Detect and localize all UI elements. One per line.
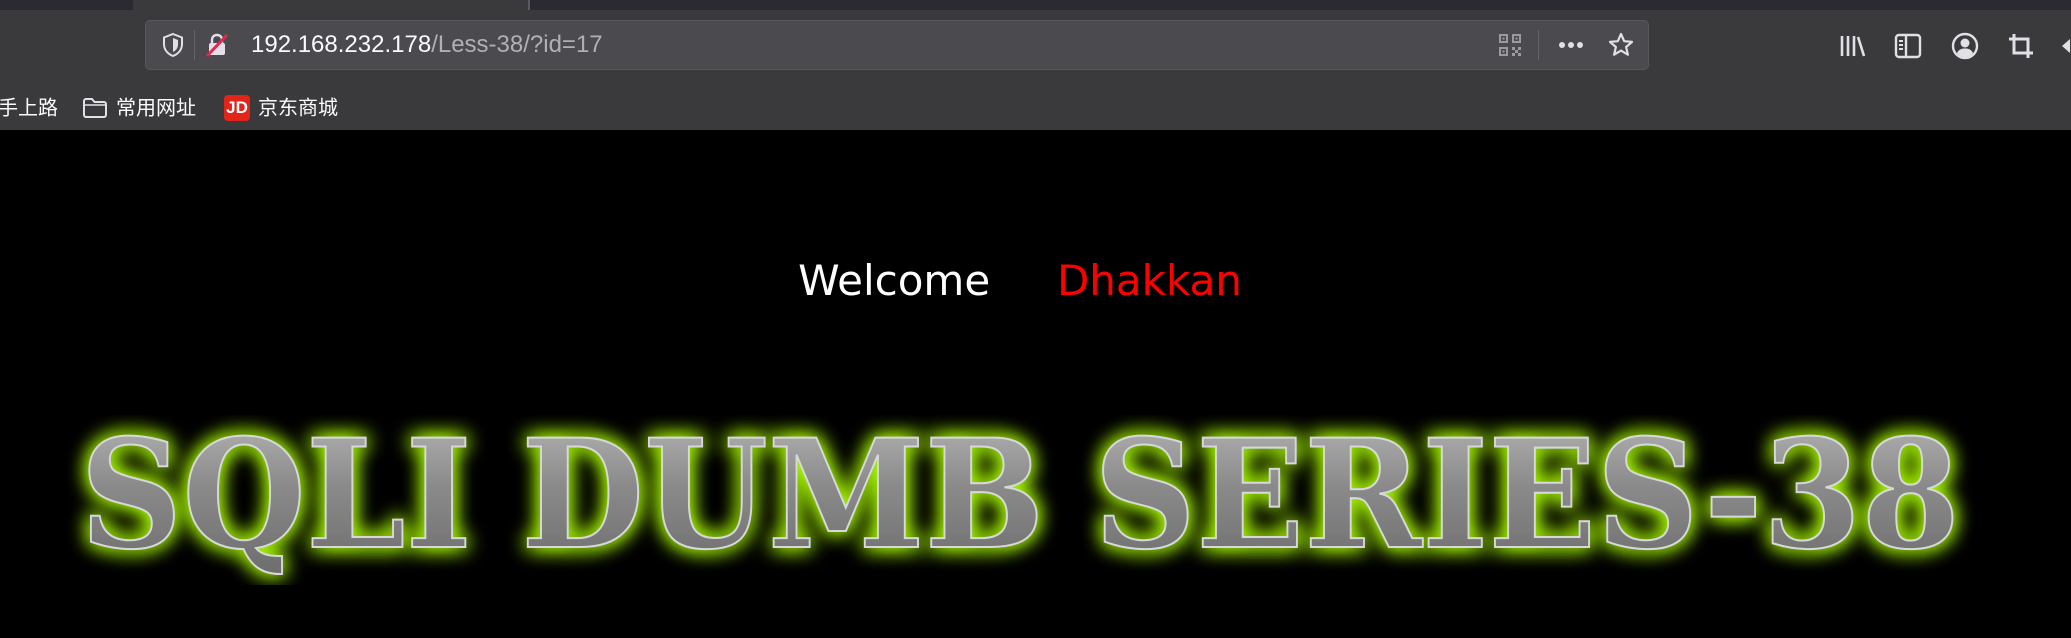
folder-icon	[83, 97, 107, 118]
url-path: /Less-38/?id=17	[431, 31, 603, 58]
library-icon[interactable]	[1837, 31, 1867, 61]
account-icon[interactable]	[1950, 31, 1980, 61]
bookmark-label: 手上路	[0, 95, 58, 120]
star-icon[interactable]	[1607, 31, 1635, 59]
active-tab-edge[interactable]	[133, 0, 528, 10]
welcome-line: Welcome Dhakkan	[0, 256, 2040, 306]
crop-icon[interactable]	[2006, 31, 2036, 61]
bookmark-item[interactable]: 手上路	[0, 92, 58, 120]
tab-strip	[0, 0, 2071, 10]
banner-logo: SQLI DUMB SERIES-38	[79, 415, 1961, 584]
welcome-text: Welcome	[798, 256, 991, 305]
bookmark-jd[interactable]: JD 京东商城	[224, 92, 338, 121]
bookmark-label: 京东商城	[258, 95, 338, 120]
more-actions-icon[interactable]	[1554, 32, 1588, 58]
tab-separator	[528, 0, 530, 10]
url-host: 192.168.232.178	[251, 31, 432, 58]
insecure-lock-icon[interactable]	[204, 32, 230, 58]
bookmark-label: 常用网址	[116, 95, 196, 120]
url-text[interactable]: 192.168.232.178/Less-38/?id=17	[251, 30, 603, 60]
qr-code-icon[interactable]	[1497, 32, 1523, 58]
banner-text: SQLI DUMB SERIES-38	[80, 415, 1960, 583]
address-separator	[194, 30, 195, 60]
shield-icon[interactable]	[160, 32, 186, 58]
bookmark-folder-common[interactable]: 常用网址	[82, 92, 196, 120]
bookmarks-toolbar: 手上路 常用网址 JD 京东商城	[0, 88, 2071, 124]
page-content: Welcome Dhakkan SQLI DUMB SERIES-38	[0, 130, 2071, 638]
address-separator-2	[1538, 30, 1539, 60]
welcome-name: Dhakkan	[1056, 256, 1242, 305]
sidebar-icon[interactable]	[1893, 31, 1923, 61]
jd-icon: JD	[224, 94, 250, 121]
address-bar[interactable]: 192.168.232.178/Less-38/?id=17	[145, 20, 1649, 70]
overflow-chevron-icon[interactable]	[2056, 31, 2071, 61]
browser-toolbar: 192.168.232.178/Less-38/?id=17 手上路 常用网址 …	[0, 0, 2071, 130]
